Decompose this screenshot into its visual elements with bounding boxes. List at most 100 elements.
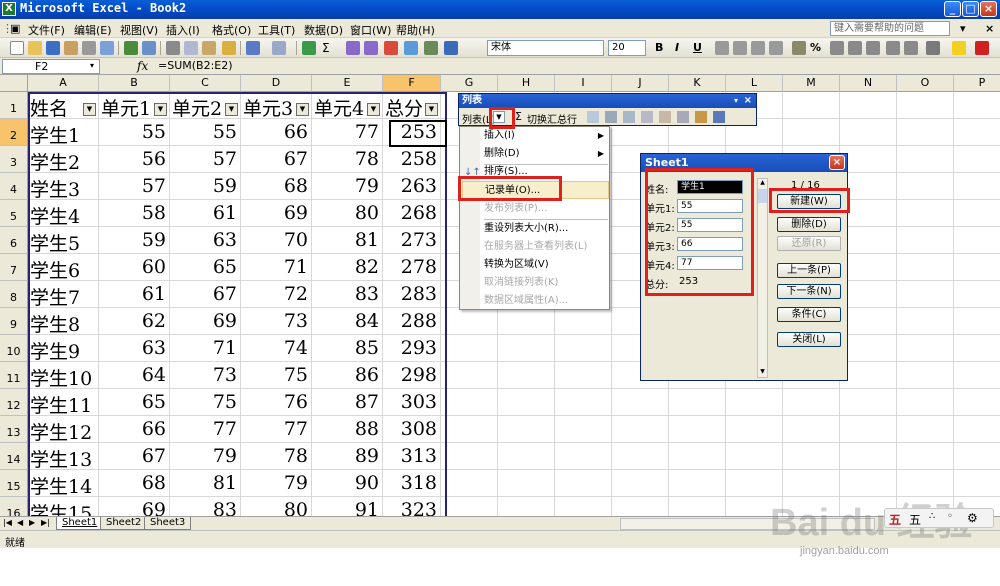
redo-icon[interactable] [272, 41, 286, 55]
field-unit4-input[interactable]: 77 [677, 256, 743, 270]
data-cell[interactable]: 303 [385, 391, 437, 413]
scroll-down-icon[interactable]: ▼ [758, 368, 767, 377]
ime-toolbar[interactable]: 五 五 ∴ ◦ ⚙ [884, 508, 994, 528]
properties-icon[interactable] [713, 111, 725, 123]
sort-asc-icon[interactable] [346, 41, 360, 55]
tab-sheet1[interactable]: Sheet1 [56, 517, 104, 530]
scroll-thumb[interactable] [758, 189, 767, 203]
data-cell[interactable]: 263 [385, 175, 437, 197]
data-cell[interactable]: 74 [243, 337, 308, 359]
data-cell[interactable]: 283 [385, 283, 437, 305]
data-cell[interactable]: 71 [243, 256, 308, 278]
menu-edit[interactable]: 编辑(E) [74, 22, 112, 38]
ime-settings-icon[interactable]: ⚙ [967, 511, 978, 525]
column-header-p[interactable]: P [954, 75, 1000, 92]
data-cell[interactable]: 84 [314, 310, 379, 332]
increase-indent-icon[interactable] [904, 41, 918, 55]
header-cell[interactable]: 单元4 [314, 94, 367, 121]
row-header-3[interactable]: 3 [0, 146, 28, 173]
data-cell[interactable]: 75 [243, 364, 308, 386]
autofilter-dropdown-icon[interactable]: ▼ [296, 103, 309, 116]
row-header-12[interactable]: 12 [0, 389, 28, 416]
data-cell[interactable]: 学生5 [30, 229, 95, 256]
data-cell[interactable]: 学生1 [30, 121, 95, 148]
list-toolbar-close-icon[interactable]: × [744, 94, 752, 108]
data-cell[interactable]: 56 [101, 148, 166, 170]
data-cell[interactable]: 88 [314, 418, 379, 440]
menu-insert[interactable]: 插入(I) [166, 22, 200, 38]
spelling-icon[interactable] [124, 41, 138, 55]
data-cell[interactable]: 90 [314, 472, 379, 494]
first-sheet-icon[interactable]: |◀ [3, 518, 12, 527]
tab-sheet3[interactable]: Sheet3 [144, 517, 192, 530]
hyperlink-icon[interactable] [302, 41, 316, 55]
data-cell[interactable]: 79 [243, 472, 308, 494]
column-header-h[interactable]: H [498, 75, 555, 92]
row-header-11[interactable]: 11 [0, 362, 28, 389]
data-cell[interactable]: 86 [314, 364, 379, 386]
data-cell[interactable]: 55 [101, 121, 166, 143]
field-unit1-input[interactable]: 55 [677, 199, 743, 213]
data-cell[interactable]: 75 [172, 391, 237, 413]
font-color-icon[interactable] [975, 41, 989, 55]
open-icon[interactable] [28, 41, 42, 55]
data-cell[interactable]: 63 [172, 229, 237, 251]
data-cell[interactable]: 80 [314, 202, 379, 224]
data-cell[interactable]: 67 [243, 148, 308, 170]
data-cell[interactable]: 学生14 [30, 472, 95, 499]
menu-tools[interactable]: 工具(T) [258, 22, 295, 38]
row-header-7[interactable]: 7 [0, 254, 28, 281]
header-cell[interactable]: 单元2 [172, 94, 225, 121]
copy-icon[interactable] [184, 41, 198, 55]
column-header-j[interactable]: J [612, 75, 669, 92]
data-cell[interactable]: 69 [172, 310, 237, 332]
menu-excel-icon[interactable]: ▣ [10, 22, 20, 35]
fill-color-icon[interactable] [952, 41, 966, 55]
record-scrollbar[interactable]: ▲ ▼ [757, 178, 768, 378]
data-cell[interactable]: 61 [101, 283, 166, 305]
align-right-icon[interactable] [751, 41, 765, 55]
data-cell[interactable]: 66 [101, 418, 166, 440]
data-cell[interactable]: 71 [172, 337, 237, 359]
data-cell[interactable]: 66 [243, 121, 308, 143]
dialog-close-icon[interactable]: × [829, 155, 845, 170]
prev-sheet-icon[interactable]: ◀ [17, 518, 23, 527]
borders-icon[interactable] [926, 41, 940, 55]
column-header-l[interactable]: L [726, 75, 783, 92]
header-cell[interactable]: 单元3 [243, 94, 296, 121]
decrease-indent-icon[interactable] [886, 41, 900, 55]
chart-wizard-icon[interactable] [384, 41, 398, 55]
save-icon[interactable] [46, 41, 60, 55]
format-painter-icon[interactable] [222, 41, 236, 55]
data-cell[interactable]: 59 [101, 229, 166, 251]
data-cell[interactable]: 79 [314, 175, 379, 197]
print-preview-icon[interactable] [100, 41, 114, 55]
data-cell[interactable]: 学生11 [30, 391, 95, 418]
data-cell[interactable]: 65 [172, 256, 237, 278]
toggle-total-row-button[interactable]: 切换汇总行 [527, 111, 577, 126]
print-list-icon[interactable] [623, 111, 635, 123]
data-cell[interactable]: 73 [172, 364, 237, 386]
data-cell[interactable]: 69 [243, 202, 308, 224]
data-cell[interactable]: 79 [172, 445, 237, 467]
data-cell[interactable]: 学生8 [30, 310, 95, 337]
column-header-b[interactable]: B [99, 75, 170, 92]
chart-icon[interactable] [605, 111, 617, 123]
row-header-14[interactable]: 14 [0, 443, 28, 470]
data-cell[interactable]: 73 [243, 310, 308, 332]
close-button[interactable]: 关闭(L) [777, 332, 841, 347]
data-cell[interactable]: 268 [385, 202, 437, 224]
ime-punct-icon[interactable]: ∴ [929, 511, 935, 522]
data-cell[interactable]: 63 [101, 337, 166, 359]
menu-file[interactable]: 文件(F) [28, 22, 65, 38]
align-center-icon[interactable] [733, 41, 747, 55]
column-header-k[interactable]: K [669, 75, 726, 92]
data-cell[interactable]: 69 [101, 499, 166, 516]
horizontal-scrollbar[interactable] [620, 518, 875, 530]
row-header-15[interactable]: 15 [0, 470, 28, 497]
find-next-button[interactable]: 下一条(N) [777, 284, 841, 299]
data-cell[interactable]: 80 [243, 499, 308, 516]
undo-icon[interactable] [246, 41, 260, 55]
autosum-icon[interactable]: Σ [322, 41, 336, 55]
italic-button[interactable]: I [675, 41, 679, 54]
